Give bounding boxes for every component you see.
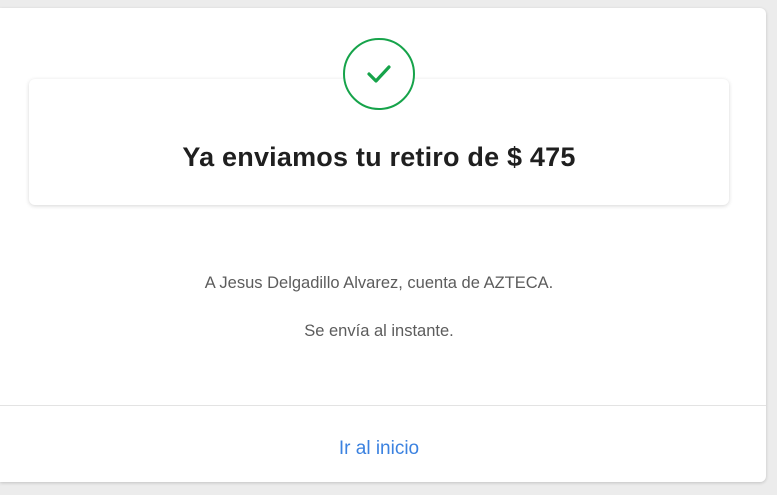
- go-home-link[interactable]: Ir al inicio: [0, 438, 758, 460]
- recipient-account-text: A Jesus Delgadillo Alvarez, cuenta de AZ…: [204, 274, 554, 292]
- page: Ya enviamos tu retiro de $ 475 A Jesus D…: [0, 0, 777, 495]
- check-icon: [367, 65, 391, 83]
- confirmation-title: Ya enviamos tu retiro de $ 475: [182, 142, 576, 172]
- success-check-icon: [343, 38, 415, 110]
- footer-divider: [0, 405, 766, 406]
- withdrawal-confirmation-dialog: Ya enviamos tu retiro de $ 475 A Jesus D…: [0, 8, 766, 482]
- delivery-timing-text: Se envía al instante.: [304, 322, 454, 340]
